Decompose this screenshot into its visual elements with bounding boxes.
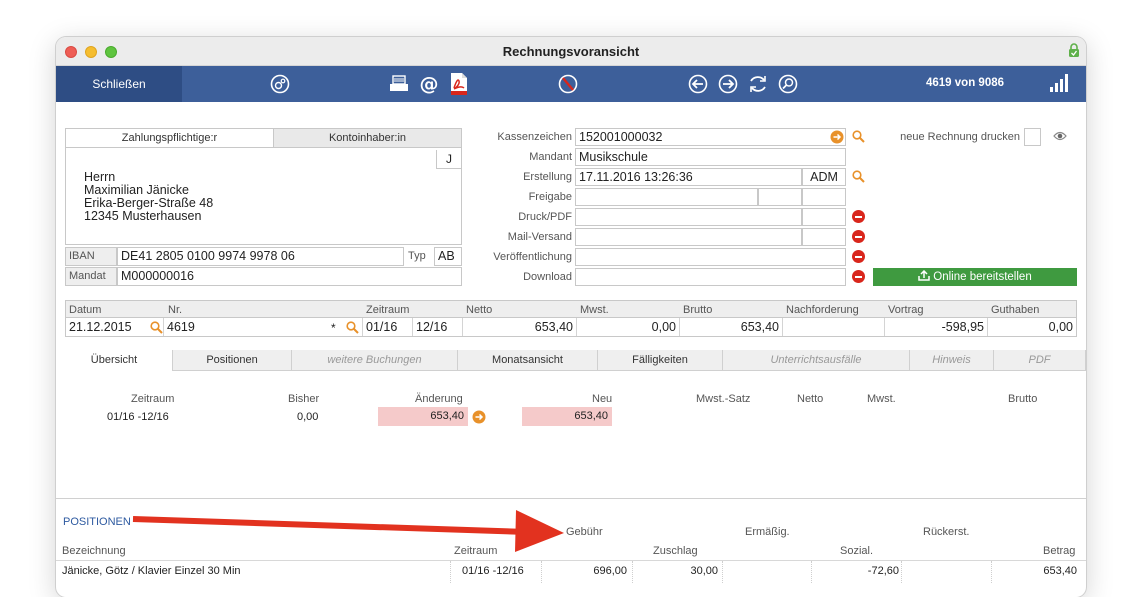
annotation-arrow — [132, 510, 564, 552]
